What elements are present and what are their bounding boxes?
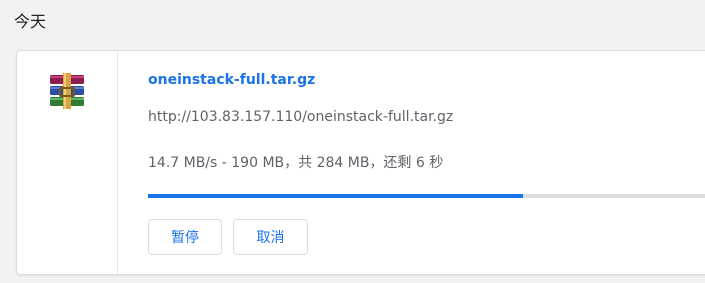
source-url: http://103.83.157.110/oneinstack-full.ta… — [148, 109, 454, 125]
file-name-link[interactable]: oneinstack-full.tar.gz — [148, 72, 315, 88]
pause-button[interactable]: 暂停 — [148, 219, 222, 255]
file-icon-column — [17, 51, 118, 274]
progress-status-text: 14.7 MB/s - 190 MB，共 284 MB，还剩 6 秒 — [148, 155, 444, 171]
download-details: oneinstack-full.tar.gz http://103.83.157… — [148, 51, 705, 274]
winrar-archive-icon — [50, 73, 84, 109]
date-section-header: 今天 — [14, 12, 47, 31]
progress-bar-fill — [148, 194, 523, 198]
cancel-button[interactable]: 取消 — [233, 219, 308, 255]
download-item-card: oneinstack-full.tar.gz http://103.83.157… — [16, 50, 705, 275]
downloads-page: 今天 oneinstack-full.tar.gz http://103.83.… — [0, 0, 705, 283]
progress-bar — [148, 194, 705, 198]
